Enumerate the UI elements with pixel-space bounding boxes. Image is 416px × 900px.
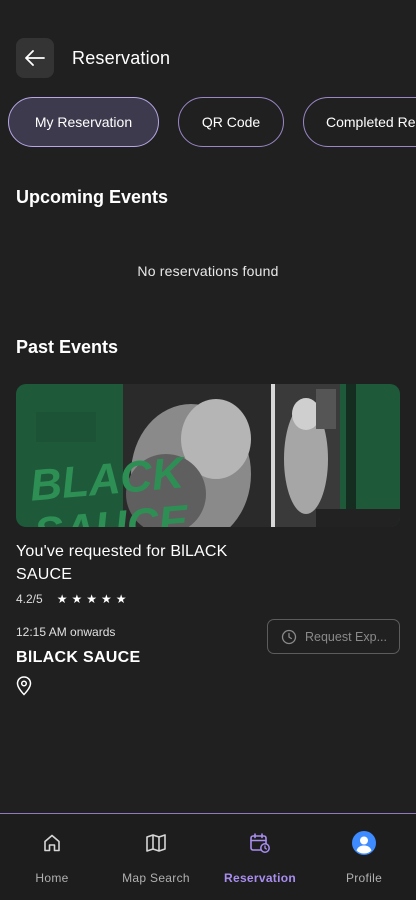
nav-map-search[interactable]: Map Search [104,814,208,900]
calendar-clock-icon [248,831,272,855]
tab-completed[interactable]: Completed Re [303,97,416,147]
user-avatar-icon [352,831,376,855]
rating-row: 4.2/5 ★ ★ ★ ★ ★ [16,592,127,606]
star-icon: ★ [86,592,97,606]
bottom-navigation: Home Map Search Reservation Profile [0,813,416,900]
nav-profile-label: Profile [345,871,383,885]
home-icon [40,831,64,855]
nav-reservation[interactable]: Reservation [208,814,312,900]
empty-state-message: No reservations found [137,263,279,279]
event-image-brand-text: BLACK SAUCE [27,448,190,527]
request-button[interactable]: Request Exp... [267,619,400,654]
page-title: Reservation [72,47,171,68]
reservation-tabs: My Reservation QR Code Completed Re [8,97,416,147]
request-button-label: Request Exp... [305,629,387,644]
clock-icon [281,629,297,644]
upcoming-events-heading: Upcoming Events [16,187,169,207]
nav-profile[interactable]: Profile [312,814,416,900]
tab-my-reservation[interactable]: My Reservation [8,97,159,147]
star-icon: ★ [56,592,68,606]
event-time: 12:15 AM onwards [16,625,116,639]
star-icon: ★ [115,592,127,606]
star-icon: ★ [101,592,112,606]
nav-map-search-label: Map Search [122,871,190,885]
map-icon [144,831,168,855]
arrow-left-icon [25,50,45,66]
past-events-heading: Past Events [16,337,119,357]
header: Reservation [16,38,400,78]
location-pin-icon[interactable] [16,676,32,696]
tab-qr-code[interactable]: QR Code [178,97,284,147]
rating-stars: ★ ★ ★ ★ ★ [57,592,127,606]
nav-home-label: Home [35,871,69,885]
event-title: You've requested for BlLACK SAUCE [16,543,228,583]
nav-reservation-label: Reservation [224,871,296,885]
event-image[interactable]: BLACK SAUCE [16,384,400,527]
star-icon: ★ [71,592,83,606]
rating-value: 4.2/5 [16,592,43,606]
venue-name: BlLACK SAUCE [16,649,141,666]
nav-home[interactable]: Home [0,814,104,900]
back-button[interactable] [16,38,54,78]
